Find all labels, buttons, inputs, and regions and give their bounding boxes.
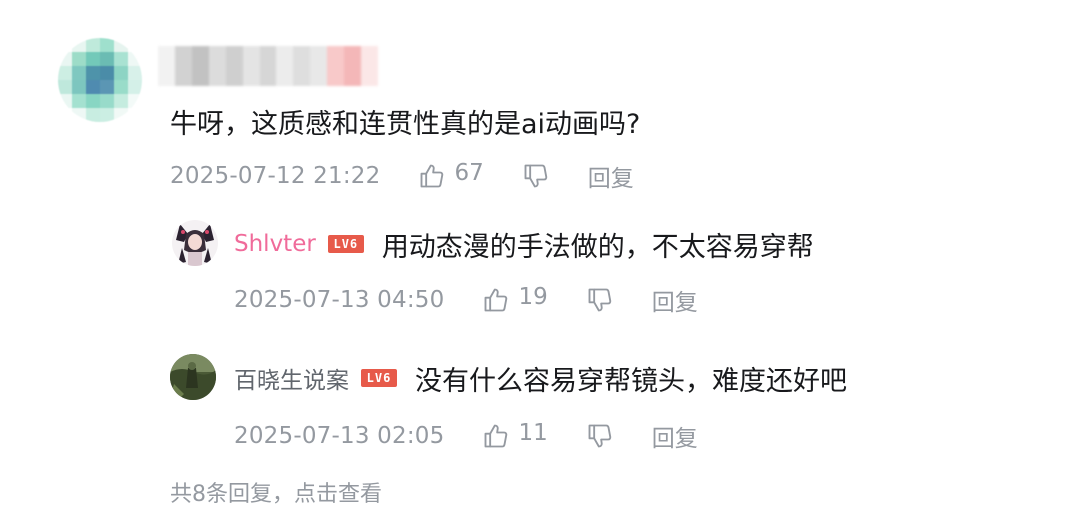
reply-avatar[interactable] xyxy=(170,354,216,400)
thumbs-down-icon xyxy=(588,288,611,312)
like-count: 11 xyxy=(518,420,548,446)
reply-username[interactable]: 百晓生说案 xyxy=(234,361,349,395)
thumbs-down-icon xyxy=(524,164,547,188)
like-button[interactable]: 67 xyxy=(418,160,484,190)
view-more-replies-link[interactable]: 共8条回复，点击查看 xyxy=(170,476,382,508)
dislike-button[interactable] xyxy=(586,422,614,450)
reply-meta: 2025-07-13 02:05 11 回复 xyxy=(234,416,698,456)
thumbs-up-icon xyxy=(485,288,508,312)
thumbs-up-icon xyxy=(485,424,508,448)
avatar-image xyxy=(172,220,218,266)
reply-avatar[interactable] xyxy=(172,220,218,266)
comment-meta: 2025-07-12 21:22 67 回复 xyxy=(170,156,634,196)
like-count: 67 xyxy=(454,160,484,186)
reply-button[interactable]: 回复 xyxy=(652,283,698,317)
username-blurred[interactable] xyxy=(158,46,378,86)
timestamp: 2025-07-13 04:50 xyxy=(234,287,445,313)
reply-text: 用动态漫的手法做的，不太容易穿帮 xyxy=(381,231,814,263)
reply-username[interactable]: Shlvter xyxy=(234,231,316,257)
reply-text: 没有什么容易穿帮镜头，难度还好吧 xyxy=(415,365,847,397)
avatar[interactable] xyxy=(58,38,142,122)
like-button[interactable]: 11 xyxy=(482,420,548,450)
like-button[interactable]: 19 xyxy=(482,284,548,314)
reply-button[interactable]: 回复 xyxy=(652,419,698,453)
level-badge: LV6 xyxy=(361,369,397,387)
reply-header: 百晓生说案 LV6 没有什么容易穿帮镜头，难度还好吧 xyxy=(234,358,847,398)
reply-meta: 2025-07-13 04:50 19 回复 xyxy=(234,280,698,320)
like-count: 19 xyxy=(518,284,548,310)
thumbs-up-icon xyxy=(421,164,444,188)
comment-text: 牛呀，这质感和连贯性真的是ai动画吗? xyxy=(170,109,641,140)
dislike-button[interactable] xyxy=(586,286,614,314)
dislike-button[interactable] xyxy=(522,162,550,190)
avatar-image xyxy=(170,354,216,400)
thumbs-down-icon xyxy=(588,424,611,448)
timestamp: 2025-07-12 21:22 xyxy=(170,163,381,189)
timestamp: 2025-07-13 02:05 xyxy=(234,423,445,449)
level-badge: LV6 xyxy=(327,235,364,253)
reply-header: Shlvter LV6 用动态漫的手法做的，不太容易穿帮 xyxy=(234,224,814,264)
reply-button[interactable]: 回复 xyxy=(588,159,634,193)
